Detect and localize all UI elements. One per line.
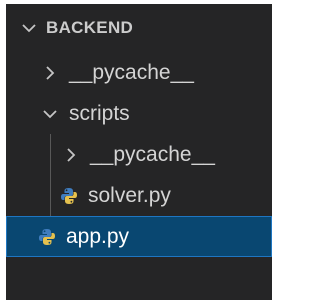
tree-item-label: app.py	[66, 225, 130, 248]
chevron-right-icon[interactable]	[39, 62, 61, 84]
tree-item-label: solver.py	[88, 184, 171, 207]
tree-item-pycache[interactable]: __pycache__	[6, 52, 272, 93]
tree-item-solver-py[interactable]: solver.py	[6, 175, 272, 216]
section-title: BACKEND	[46, 18, 134, 37]
python-file-icon	[36, 226, 58, 248]
python-file-icon	[58, 185, 80, 207]
chevron-right-icon[interactable]	[60, 144, 82, 166]
tree-item-label: __pycache__	[69, 61, 194, 84]
tree-item-scripts-pycache[interactable]: __pycache__	[6, 134, 272, 175]
file-tree: __pycache__ scripts __pycache__ solver.p…	[6, 52, 272, 257]
file-explorer-panel: BACKEND __pycache__ scripts __pycache__ …	[6, 4, 272, 300]
indent-guide	[50, 134, 51, 175]
tree-item-scripts[interactable]: scripts	[6, 93, 272, 134]
indent-guide	[50, 175, 51, 216]
tree-item-label: scripts	[69, 102, 130, 125]
chevron-down-icon[interactable]	[39, 103, 61, 125]
tree-item-app-py[interactable]: app.py	[6, 216, 272, 257]
explorer-section-header[interactable]: BACKEND	[6, 4, 272, 52]
chevron-down-icon[interactable]	[18, 17, 40, 39]
tree-item-label: __pycache__	[90, 143, 215, 166]
